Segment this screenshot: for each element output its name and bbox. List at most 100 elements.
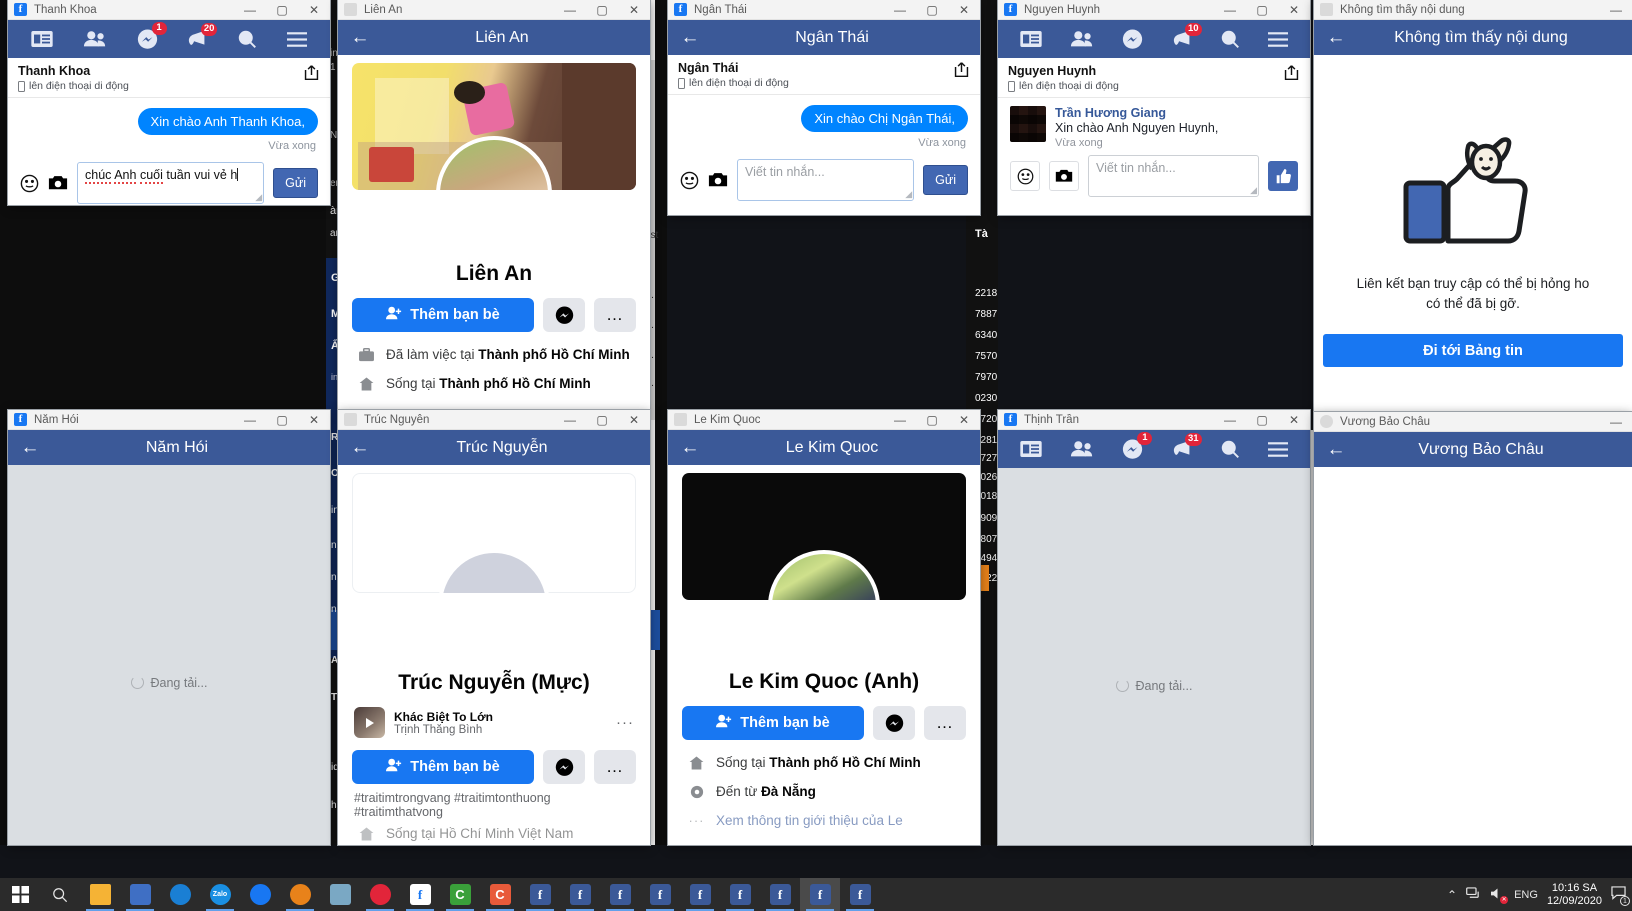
edge-icon[interactable] [160, 878, 200, 911]
window-truc-nguyen[interactable]: Trúc Nguyễn — ▢ ✕ ← Trúc Nguyễn Trúc Ngu… [338, 410, 650, 845]
message-input[interactable]: Viết tin nhắn... ◢ [737, 159, 915, 201]
composer[interactable]: chúc Anh cuối tuần vui vẻ h ◢ Gửi [8, 152, 330, 205]
notifications-icon[interactable]: 10 [1172, 22, 1202, 49]
messenger-icon[interactable]: 1 [1122, 431, 1153, 460]
titlebar-truc-nguyen[interactable]: Trúc Nguyễn — ▢ ✕ [338, 410, 650, 430]
window-vuong-bao-chau[interactable]: Vương Bảo Châu — ← Vương Bảo Châu [1314, 412, 1632, 845]
app-red-icon[interactable] [360, 878, 400, 911]
window-nam-hoi[interactable]: f Năm Hói — ▢ ✕ ← Năm Hói Đang tải... [8, 410, 330, 845]
zalo-icon[interactable]: Zalo [200, 878, 240, 911]
share-icon[interactable] [1283, 64, 1300, 86]
window-ngan-thai[interactable]: f Ngân Thái — ▢ ✕ ← Ngân Thái Ngân Thái … [668, 0, 980, 215]
sender-name[interactable]: Trần Hương Giang [1055, 106, 1218, 120]
facebook-icon[interactable]: f [400, 878, 440, 911]
news-feed-icon[interactable] [1020, 31, 1042, 47]
composer[interactable]: Viết tin nhắn... ◢ Gửi [668, 149, 980, 213]
friends-icon[interactable] [1070, 440, 1094, 458]
facebook-win-2[interactable]: f [560, 878, 600, 911]
send-button[interactable]: Gửi [923, 165, 968, 195]
minimize-button[interactable]: — [234, 410, 266, 430]
featured-music-row[interactable]: Khác Biệt To Lớn Trịnh Thăng Bình ··· [338, 703, 650, 742]
menu-icon[interactable] [287, 31, 308, 47]
profile-actions[interactable]: Thêm bạn bè … [668, 706, 980, 740]
add-friend-button[interactable]: Thêm bạn bè [352, 750, 534, 784]
minimize-button[interactable]: — [884, 0, 916, 20]
window-nguyen-huynh[interactable]: f Nguyen Huynh — ▢ ✕ 10 Nguyen Huynh lên… [998, 0, 1310, 215]
close-button[interactable]: ✕ [298, 410, 330, 430]
minimize-button[interactable]: — [1214, 0, 1246, 20]
more-options-button[interactable]: … [594, 750, 636, 784]
close-button[interactable]: ✕ [618, 0, 650, 20]
share-icon[interactable] [953, 61, 970, 83]
go-to-feed-button[interactable]: Đi tới Bảng tin [1323, 334, 1623, 367]
message-input[interactable]: Viết tin nhắn... ◢ [1088, 155, 1259, 197]
profile-avatar[interactable] [768, 550, 880, 600]
titlebar-lien-an[interactable]: Liên An — ▢ ✕ [338, 0, 650, 20]
search-icon[interactable] [238, 30, 257, 49]
resize-grip[interactable]: ◢ [255, 192, 262, 203]
friends-icon[interactable] [83, 30, 107, 48]
minimize-button[interactable]: — [1600, 0, 1632, 20]
notifications-icon[interactable]: 31 [1172, 432, 1202, 459]
titlebar-vuong-bao-chau[interactable]: Vương Bảo Châu — [1314, 412, 1632, 432]
window-khong-tim-thay[interactable]: Không tìm thấy nội dung — ← Không tìm th… [1314, 0, 1632, 420]
cover-photo[interactable] [352, 63, 636, 190]
network-icon[interactable] [1466, 886, 1481, 903]
maximize-button[interactable]: ▢ [586, 0, 618, 20]
chevron-up-icon[interactable]: ⌃ [1447, 888, 1457, 902]
maximize-button[interactable]: ▢ [1246, 0, 1278, 20]
window-le-kim-quoc[interactable]: Le Kim Quoc — ▢ ✕ ← Le Kim Quoc Le Kim Q… [668, 410, 980, 845]
titlebar-le-kim-quoc[interactable]: Le Kim Quoc — ▢ ✕ [668, 410, 980, 430]
cover-photo[interactable] [352, 473, 636, 593]
facebook-toolbar[interactable]: 1 20 [8, 20, 330, 58]
message-button[interactable] [543, 298, 585, 332]
facebook-toolbar[interactable]: 1 31 [998, 430, 1310, 468]
titlebar-khong-tim-thay[interactable]: Không tìm thấy nội dung — [1314, 0, 1632, 20]
message-button[interactable] [873, 706, 915, 740]
menu-icon[interactable] [1267, 441, 1288, 457]
titlebar-thinh-tran[interactable]: f Thịnh Trần — ▢ ✕ [998, 410, 1310, 430]
minimize-button[interactable]: — [884, 410, 916, 430]
app-teal-icon[interactable] [320, 878, 360, 911]
search-icon[interactable] [1221, 440, 1240, 459]
facebook-win-3[interactable]: f [600, 878, 640, 911]
start-button[interactable] [0, 878, 40, 911]
like-button[interactable] [1268, 161, 1298, 191]
share-icon[interactable] [303, 64, 320, 86]
composer[interactable]: Viết tin nhắn... ◢ [998, 149, 1310, 209]
file-explorer-icon[interactable] [80, 878, 120, 911]
resize-grip[interactable]: ◢ [905, 189, 912, 200]
facebook-win-8[interactable]: f [800, 878, 840, 911]
more-options-button[interactable]: … [594, 298, 636, 332]
resize-grip[interactable]: ◢ [1250, 185, 1257, 196]
facebook-toolbar[interactable]: 10 [998, 20, 1310, 58]
action-center-icon[interactable]: 1 [1611, 886, 1630, 906]
send-button[interactable]: Gửi [273, 168, 318, 198]
emoji-icon[interactable] [20, 174, 39, 193]
cover-photo[interactable] [682, 473, 966, 600]
maximize-button[interactable]: ▢ [266, 410, 298, 430]
info-row-more[interactable]: ··· Xem thông tin giới thiệu của Le [668, 806, 980, 835]
friends-icon[interactable] [1070, 30, 1094, 48]
facebook-win-5[interactable]: f [680, 878, 720, 911]
minimize-button[interactable]: — [234, 0, 266, 20]
menu-icon[interactable] [1267, 31, 1288, 47]
news-feed-icon[interactable] [1020, 441, 1042, 457]
more-options-button[interactable]: … [924, 706, 966, 740]
maximize-button[interactable]: ▢ [1246, 410, 1278, 430]
message-button[interactable] [543, 750, 585, 784]
profile-actions[interactable]: Thêm bạn bè … [338, 750, 650, 784]
ninja-app-icon[interactable] [120, 878, 160, 911]
maximize-button[interactable]: ▢ [916, 0, 948, 20]
minimize-button[interactable]: — [1600, 412, 1632, 432]
featured-more-icon[interactable]: ··· [616, 714, 634, 731]
app-blue-icon[interactable] [240, 878, 280, 911]
close-button[interactable]: ✕ [618, 410, 650, 430]
volume-muted-icon[interactable]: ✕ [1490, 887, 1509, 904]
minimize-button[interactable]: — [1214, 410, 1246, 430]
search-icon[interactable] [40, 878, 80, 911]
close-button[interactable]: ✕ [298, 0, 330, 20]
add-friend-button[interactable]: Thêm bạn bè [682, 706, 864, 740]
camera-icon[interactable] [1049, 161, 1079, 191]
profile-actions[interactable]: Thêm bạn bè … [338, 298, 650, 332]
